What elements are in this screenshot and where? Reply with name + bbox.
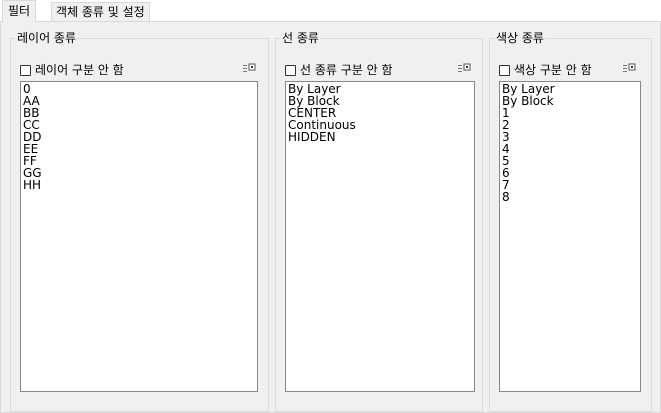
list-item[interactable]: 4 bbox=[502, 143, 638, 155]
list-item[interactable]: 1 bbox=[502, 107, 638, 119]
tab-filter[interactable]: 필터 bbox=[2, 0, 37, 22]
list-item[interactable]: 8 bbox=[502, 191, 638, 203]
group-title: 레이어 종류 bbox=[16, 30, 78, 46]
list-item[interactable]: FF bbox=[23, 155, 255, 167]
layer-type-group: 레이어 종류 레이어 구분 안 함 0 AA BB CC DD EE FF GG… bbox=[10, 30, 269, 412]
ignore-color-checkbox[interactable] bbox=[499, 64, 510, 76]
color-listbox[interactable]: By Layer By Block 1 2 3 4 5 6 7 8 bbox=[499, 81, 641, 392]
list-item[interactable]: DD bbox=[23, 131, 255, 143]
linetype-listbox[interactable]: By Layer By Block CENTER Continuous HIDD… bbox=[285, 81, 475, 392]
list-item[interactable]: 3 bbox=[502, 131, 638, 143]
ignore-layer-checkbox-row[interactable]: 레이어 구분 안 함 bbox=[20, 61, 124, 79]
ignore-linetype-checkbox-row[interactable]: 선 종류 구분 안 함 bbox=[285, 61, 393, 79]
ignore-color-checkbox-row[interactable]: 색상 구분 안 함 bbox=[499, 61, 592, 79]
list-item[interactable]: 0 bbox=[23, 83, 255, 95]
list-item[interactable]: HIDDEN bbox=[288, 131, 472, 143]
list-item[interactable]: AA bbox=[23, 95, 255, 107]
list-item[interactable]: HH bbox=[23, 179, 255, 191]
layer-listbox[interactable]: 0 AA BB CC DD EE FF GG HH bbox=[20, 81, 258, 392]
ignore-layer-checkbox[interactable] bbox=[20, 64, 31, 76]
list-item[interactable]: EE bbox=[23, 143, 255, 155]
list-item[interactable]: 5 bbox=[502, 155, 638, 167]
group-title: 색상 종류 bbox=[495, 30, 545, 46]
group-title: 선 종류 bbox=[281, 30, 320, 46]
color-type-group: 색상 종류 색상 구분 안 함 By Layer By Block 1 2 3 … bbox=[489, 30, 652, 412]
filter-panel: 레이어 종류 레이어 구분 안 함 0 AA BB CC DD EE FF GG… bbox=[0, 21, 661, 413]
line-type-group: 선 종류 선 종류 구분 안 함 By Layer By Block CENTE… bbox=[275, 30, 483, 412]
tab-object-type-settings[interactable]: 객체 종류 및 설정 bbox=[51, 2, 150, 22]
list-options-icon[interactable] bbox=[457, 63, 471, 75]
list-item[interactable]: 2 bbox=[502, 119, 638, 131]
list-item[interactable]: 6 bbox=[502, 167, 638, 179]
ignore-linetype-checkbox[interactable] bbox=[285, 64, 296, 76]
tab-strip: 필터 객체 종류 및 설정 bbox=[0, 0, 661, 22]
list-item[interactable]: BB bbox=[23, 107, 255, 119]
list-item[interactable]: By Block bbox=[502, 95, 638, 107]
list-options-icon[interactable] bbox=[622, 63, 636, 75]
checkbox-label: 색상 구분 안 함 bbox=[514, 63, 592, 77]
checkbox-label: 레이어 구분 안 함 bbox=[35, 63, 124, 77]
list-item[interactable]: GG bbox=[23, 167, 255, 179]
list-item[interactable]: CC bbox=[23, 119, 255, 131]
checkbox-label: 선 종류 구분 안 함 bbox=[300, 63, 393, 77]
list-options-icon[interactable] bbox=[242, 63, 256, 75]
list-item[interactable]: 7 bbox=[502, 179, 638, 191]
